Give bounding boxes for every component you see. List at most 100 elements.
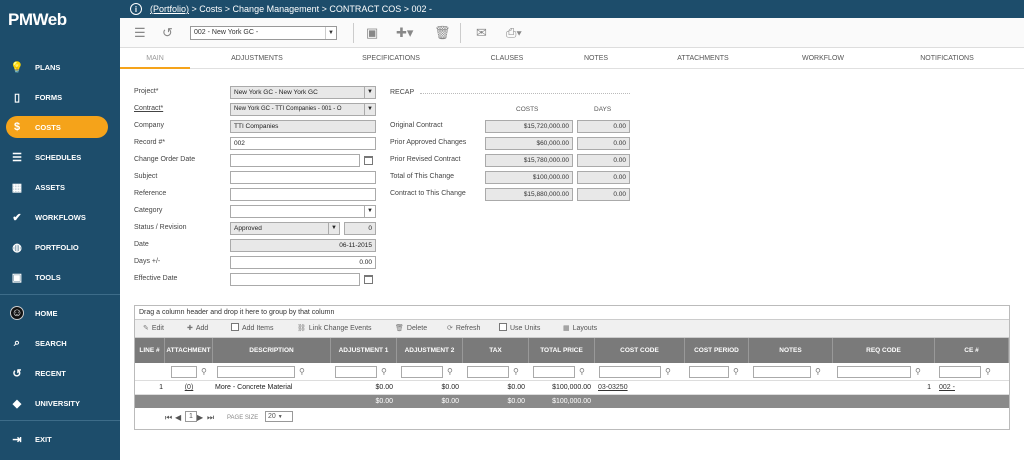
filter-icon[interactable]: ⚲	[579, 367, 585, 376]
list-icon[interactable]: ☰	[134, 24, 146, 42]
sidebar-item-assets[interactable]: ▦ ASSETS	[0, 176, 120, 198]
column-header-cost-period[interactable]: COST PERIOD	[685, 338, 749, 363]
filter-input[interactable]	[335, 366, 377, 378]
filter-input[interactable]	[217, 366, 295, 378]
sidebar-item-costs[interactable]: $ COSTS	[6, 116, 108, 138]
effective-date-input[interactable]	[230, 273, 360, 286]
cell-ce-link[interactable]: 002 -	[939, 381, 1007, 395]
group-by-drop-zone[interactable]: Drag a column header and drop it here to…	[135, 306, 1009, 320]
tab-main[interactable]: MAIN	[120, 48, 190, 69]
sidebar-item-recent[interactable]: ↺ RECENT	[0, 362, 120, 384]
sidebar-item-exit[interactable]: ⇥ EXIT	[0, 428, 120, 450]
column-header-description[interactable]: DESCRIPTION	[213, 338, 331, 363]
edit-button[interactable]: ✎ Edit	[143, 320, 164, 338]
sidebar-item-search[interactable]: ⌕ SEARCH	[0, 332, 120, 354]
record-number-input[interactable]: 002	[230, 137, 376, 150]
last-page-icon[interactable]: ⏭	[207, 413, 214, 423]
add-button[interactable]: ✚ Add	[187, 320, 208, 338]
column-header-attachment[interactable]: ATTACHMENT	[165, 338, 213, 363]
history-icon[interactable]: ↺	[162, 24, 173, 42]
next-page-icon[interactable]: ▶	[197, 413, 203, 422]
filter-icon[interactable]: ⚲	[447, 367, 453, 376]
filter-icon[interactable]: ⚲	[665, 367, 671, 376]
column-header-total-price[interactable]: TOTAL PRICE	[529, 338, 595, 363]
sidebar-item-forms[interactable]: ▯ FORMS	[0, 86, 120, 108]
column-header-line[interactable]: LINE #	[135, 338, 165, 363]
change-order-date-input[interactable]	[230, 154, 360, 167]
breadcrumb-portfolio-link[interactable]: (Portfolio)	[150, 4, 189, 14]
sidebar-item-home[interactable]: ☺ HOME	[0, 302, 120, 324]
tab-notes[interactable]: NOTES	[576, 48, 616, 69]
filter-input[interactable]	[467, 366, 509, 378]
filter-input[interactable]	[171, 366, 197, 378]
tab-specifications[interactable]: SPECIFICATIONS	[356, 48, 426, 69]
filter-icon[interactable]: ⚲	[381, 367, 387, 376]
cell-description: More - Concrete Material	[215, 384, 293, 391]
column-header-notes[interactable]: NOTES	[749, 338, 833, 363]
sidebar-item-tools[interactable]: ▣ TOOLS	[0, 266, 120, 288]
calendar-icon[interactable]	[364, 156, 373, 165]
sidebar-item-university[interactable]: ◆ UNIVERSITY	[0, 392, 120, 414]
column-header-cost-code[interactable]: COST CODE	[595, 338, 685, 363]
filter-input[interactable]	[401, 366, 443, 378]
status-select[interactable]: Approved ▼	[230, 222, 340, 235]
email-icon[interactable]: ✉	[476, 24, 487, 42]
filter-input[interactable]	[939, 366, 981, 378]
save-icon[interactable]: ▣	[366, 24, 378, 42]
sidebar-item-workflows[interactable]: ✔ WORKFLOWS	[0, 206, 120, 228]
filter-input[interactable]	[689, 366, 729, 378]
cell-cost-code-link[interactable]: 03-03250	[598, 381, 684, 395]
column-header-adjustment1[interactable]: ADJUSTMENT 1	[331, 338, 397, 363]
filter-icon[interactable]: ⚲	[513, 367, 519, 376]
filter-icon[interactable]: ⚲	[915, 367, 921, 376]
tab-clauses[interactable]: CLAUSES	[482, 48, 532, 69]
delete-button[interactable]: 🗑 Delete	[395, 320, 427, 338]
days-input[interactable]: 0.00	[230, 256, 376, 269]
add-items-button[interactable]: Add Items	[231, 320, 274, 338]
column-header-adjustment2[interactable]: ADJUSTMENT 2	[397, 338, 463, 363]
prev-page-icon[interactable]: ◀	[175, 413, 181, 422]
filter-input[interactable]	[753, 366, 811, 378]
filter-input[interactable]	[837, 366, 911, 378]
reference-input[interactable]	[230, 188, 376, 201]
filter-icon[interactable]: ⚲	[815, 367, 821, 376]
filter-input[interactable]	[599, 366, 661, 378]
cell-attachment-link[interactable]: (0)	[165, 381, 213, 395]
tab-attachments[interactable]: ATTACHMENTS	[668, 48, 738, 69]
subject-input[interactable]	[230, 171, 376, 184]
column-header-tax[interactable]: TAX	[463, 338, 529, 363]
delete-icon[interactable]: 🗑	[434, 24, 451, 42]
first-page-icon[interactable]: ⏮	[165, 413, 172, 423]
tab-adjustments[interactable]: ADJUSTMENTS	[224, 48, 290, 69]
filter-icon[interactable]: ⚲	[985, 367, 991, 376]
print-icon[interactable]: ⎙▾	[506, 24, 522, 42]
layouts-button[interactable]: ▦ Layouts	[563, 320, 597, 338]
table-row[interactable]: 1 (0) More - Concrete Material $0.00 $0.…	[135, 381, 1009, 395]
record-select[interactable]: 002 - New York GC - ▼	[190, 26, 337, 40]
link-change-events-button[interactable]: ⛓ Link Change Events	[297, 320, 372, 338]
filter-icon[interactable]: ⚲	[299, 367, 305, 376]
sidebar-item-portfolio[interactable]: ◍ PORTFOLIO	[0, 236, 120, 258]
filter-icon[interactable]: ⚲	[733, 367, 739, 376]
sidebar-item-plans[interactable]: 💡 PLANS	[0, 56, 120, 78]
tab-workflow[interactable]: WORKFLOW	[790, 48, 856, 69]
contract-select[interactable]: New York GC - TTI Companies - 001 - O ▼	[230, 103, 376, 116]
column-header-ce[interactable]: CE #	[935, 338, 1009, 363]
info-icon[interactable]: i	[130, 3, 142, 15]
page-size-select[interactable]: 20 ▼	[265, 411, 293, 422]
category-select[interactable]: ▼	[230, 205, 376, 218]
use-units-checkbox[interactable]: Use Units	[499, 320, 540, 338]
total-price: $100,000.00	[552, 398, 591, 405]
filter-input[interactable]	[533, 366, 575, 378]
current-page[interactable]: 1	[185, 411, 197, 422]
tab-notifications[interactable]: NOTIFICATIONS	[912, 48, 982, 69]
sidebar-item-schedules[interactable]: ☰ SCHEDULES	[0, 146, 120, 168]
app-logo[interactable]: PMWeb	[0, 0, 120, 40]
refresh-button[interactable]: ⟳ Refresh	[447, 320, 480, 338]
project-select[interactable]: New York GC - New York GC ▼	[230, 86, 376, 99]
contract-label[interactable]: Contract*	[134, 105, 163, 112]
column-header-req-code[interactable]: REQ CODE	[833, 338, 935, 363]
add-icon[interactable]: ✚▾	[396, 24, 413, 42]
filter-icon[interactable]: ⚲	[201, 367, 207, 376]
calendar-icon[interactable]	[364, 275, 373, 284]
